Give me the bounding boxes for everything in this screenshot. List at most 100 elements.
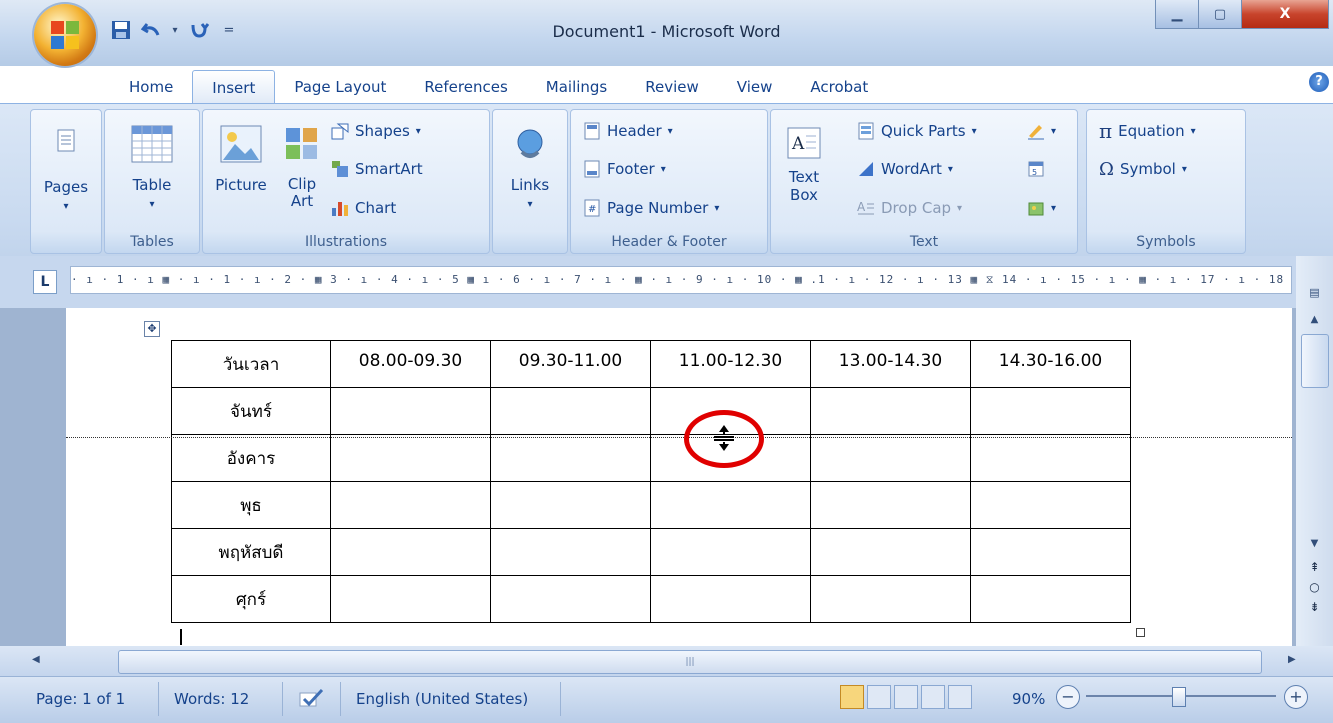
tab-acrobat[interactable]: Acrobat — [791, 70, 887, 104]
draft-view-icon[interactable] — [948, 685, 972, 709]
table-move-handle-icon[interactable]: ✥ — [144, 321, 160, 337]
zoom-slider-thumb[interactable] — [1172, 687, 1186, 707]
minimize-button[interactable]: ▁ — [1155, 0, 1199, 29]
table-cell[interactable]: 13.00-14.30 — [810, 340, 971, 388]
tab-page-layout[interactable]: Page Layout — [275, 70, 405, 104]
quick-parts-button[interactable]: Quick Parts ▾ — [857, 118, 977, 144]
date-time-button[interactable]: 5 — [1027, 156, 1045, 182]
table-resize-handle[interactable] — [1136, 628, 1145, 637]
table-cell[interactable]: 09.30-11.00 — [490, 340, 651, 388]
tab-review[interactable]: Review — [626, 70, 718, 104]
table-cell[interactable] — [650, 575, 811, 623]
links-button[interactable]: Links ▾ — [493, 124, 567, 214]
insert-object-button[interactable]: ▾ — [1027, 195, 1056, 221]
table-cell[interactable] — [810, 481, 971, 529]
tab-references[interactable]: References — [405, 70, 526, 104]
table-cell[interactable] — [490, 575, 651, 623]
tab-mailings[interactable]: Mailings — [527, 70, 626, 104]
table-cell[interactable] — [330, 434, 491, 482]
table-cell[interactable] — [650, 481, 811, 529]
undo-icon[interactable] — [140, 19, 162, 41]
vertical-scroll-thumb[interactable] — [1301, 334, 1329, 388]
schedule-table[interactable]: วันเวลา 08.00-09.30 09.30-11.00 11.00-12… — [171, 340, 1131, 623]
header-button[interactable]: Header ▾ — [583, 118, 673, 144]
customize-qat-icon[interactable]: = — [218, 19, 240, 41]
zoom-level[interactable]: 90% — [1012, 690, 1045, 708]
shapes-button[interactable]: Shapes ▾ — [331, 118, 421, 144]
chart-button[interactable]: Chart — [331, 195, 396, 221]
zoom-out-button[interactable]: − — [1056, 685, 1080, 709]
redo-icon[interactable] — [188, 19, 210, 41]
signature-line-button[interactable]: ▾ — [1027, 118, 1056, 144]
table-cell[interactable] — [490, 434, 651, 482]
table-cell[interactable] — [810, 575, 971, 623]
drop-cap-button[interactable]: A Drop Cap ▾ — [857, 195, 962, 221]
status-language[interactable]: English (United States) — [356, 690, 528, 708]
clip-art-button[interactable]: Clip Art — [277, 124, 327, 210]
horizontal-scroll-thumb[interactable]: ||| — [118, 650, 1262, 674]
table-cell[interactable]: จันทร์ — [171, 387, 331, 435]
table-cell[interactable] — [490, 481, 651, 529]
table-cell[interactable] — [810, 528, 971, 576]
proofing-check-icon[interactable] — [298, 688, 324, 710]
table-cell[interactable]: อังคาร — [171, 434, 331, 482]
scroll-left-icon[interactable]: ◀ — [32, 654, 40, 665]
status-words[interactable]: Words: 12 — [174, 690, 249, 708]
print-layout-view-icon[interactable] — [840, 685, 864, 709]
tab-home[interactable]: Home — [110, 70, 192, 104]
wordart-button[interactable]: WordArt ▾ — [857, 156, 953, 182]
table-cell[interactable]: วันเวลา — [171, 340, 331, 388]
ruler-toggle-icon[interactable]: ▤ — [1306, 286, 1323, 302]
status-page[interactable]: Page: 1 of 1 — [36, 690, 125, 708]
office-button[interactable] — [34, 4, 96, 66]
table-cell[interactable] — [650, 528, 811, 576]
table-cell[interactable] — [490, 528, 651, 576]
pages-button[interactable]: Pages ▾ — [31, 128, 101, 216]
table-cell[interactable] — [330, 528, 491, 576]
tab-insert[interactable]: Insert — [192, 70, 276, 105]
table-cell[interactable]: พฤหัสบดี — [171, 528, 331, 576]
zoom-in-button[interactable]: + — [1284, 685, 1308, 709]
page-number-button[interactable]: # Page Number ▾ — [583, 195, 719, 221]
picture-button[interactable]: Picture — [209, 124, 273, 195]
table-cell[interactable]: ศุกร์ — [171, 575, 331, 623]
symbol-button[interactable]: Ω Symbol ▾ — [1099, 156, 1187, 182]
equation-button[interactable]: π Equation ▾ — [1099, 118, 1196, 144]
smartart-button[interactable]: SmartArt — [331, 156, 423, 182]
table-cell[interactable]: 08.00-09.30 — [330, 340, 491, 388]
table-cell[interactable] — [330, 387, 491, 435]
full-screen-reading-view-icon[interactable] — [867, 685, 891, 709]
previous-page-icon[interactable]: ⇞ — [1306, 560, 1323, 574]
table-cell[interactable] — [330, 575, 491, 623]
close-button[interactable]: X — [1241, 0, 1329, 29]
table-cell[interactable]: 14.30-16.00 — [970, 340, 1131, 388]
save-icon[interactable] — [110, 19, 132, 41]
next-page-icon[interactable]: ⇟ — [1306, 600, 1323, 614]
table-cell[interactable] — [970, 434, 1131, 482]
table-cell[interactable] — [490, 387, 651, 435]
undo-dropdown-icon[interactable]: ▾ — [170, 19, 180, 41]
footer-button[interactable]: Footer ▾ — [583, 156, 666, 182]
web-layout-view-icon[interactable] — [894, 685, 918, 709]
tab-selector-button[interactable]: L — [33, 270, 57, 294]
scroll-right-icon[interactable]: ▶ — [1288, 654, 1296, 665]
outline-view-icon[interactable] — [921, 685, 945, 709]
table-cell[interactable] — [810, 434, 971, 482]
table-cell[interactable]: พุธ — [171, 481, 331, 529]
horizontal-ruler[interactable]: · ı · 1 · ı ▦ · ı · 1 · ı · 2 · ▦ 3 · ı … — [70, 266, 1292, 294]
table-button[interactable]: Table ▾ — [105, 124, 199, 214]
table-cell[interactable]: 11.00-12.30 — [650, 340, 811, 388]
table-cell[interactable] — [970, 528, 1131, 576]
table-cell[interactable] — [970, 387, 1131, 435]
help-icon[interactable]: ? — [1309, 72, 1329, 92]
tab-view[interactable]: View — [718, 70, 792, 104]
table-cell[interactable] — [970, 481, 1131, 529]
table-cell[interactable] — [330, 481, 491, 529]
text-box-button[interactable]: A Text Box — [777, 124, 831, 204]
vertical-scrollbar[interactable]: ▤ ▲ ▼ ⇞ ○ ⇟ — [1296, 256, 1333, 646]
table-cell[interactable] — [970, 575, 1131, 623]
scroll-down-icon[interactable]: ▼ — [1306, 538, 1323, 552]
table-cell[interactable] — [810, 387, 971, 435]
scroll-up-icon[interactable]: ▲ — [1306, 314, 1323, 328]
maximize-button[interactable]: ▢ — [1198, 0, 1242, 29]
